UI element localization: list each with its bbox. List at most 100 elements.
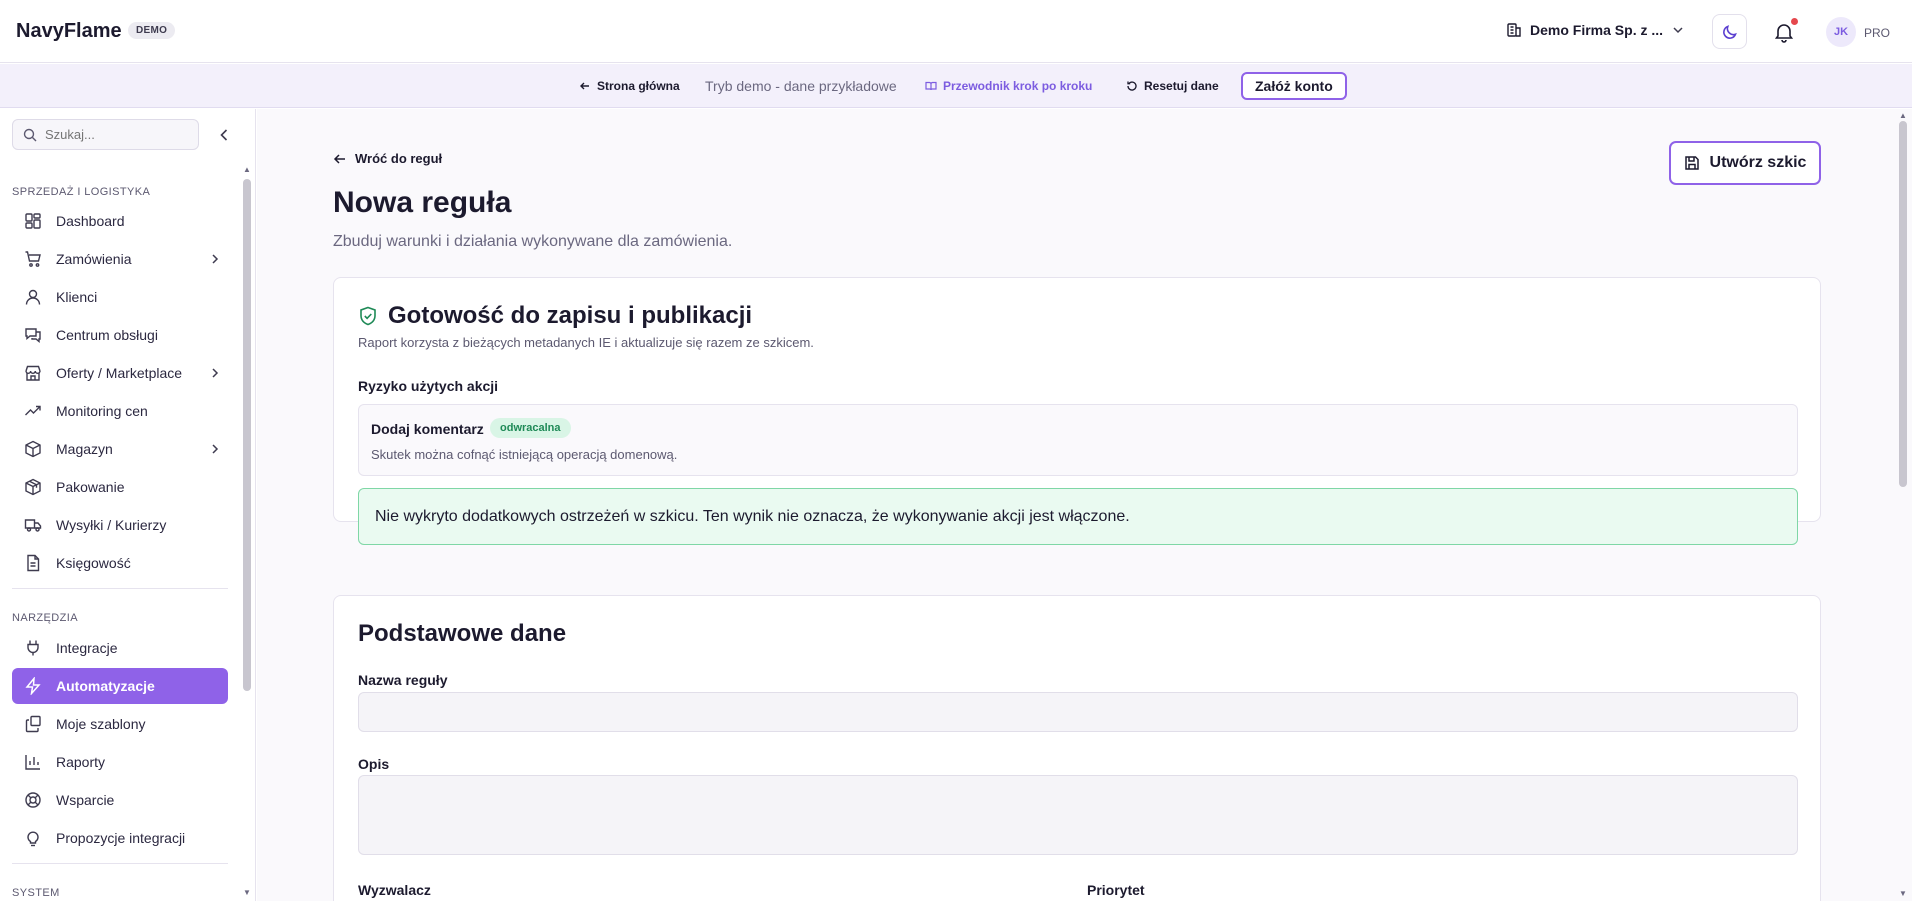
guide-link-label: Przewodnik krok po kroku: [943, 79, 1093, 93]
store-icon: [24, 364, 42, 382]
scroll-up-arrow[interactable]: ▲: [1899, 111, 1907, 120]
sidebar-item-service-center[interactable]: Centrum obsługi: [12, 317, 228, 353]
create-draft-button[interactable]: Utwórz szkic: [1669, 141, 1821, 185]
sidebar-item-offers[interactable]: Oferty / Marketplace: [12, 355, 228, 391]
collapse-sidebar-button[interactable]: [214, 125, 234, 145]
scroll-down-arrow[interactable]: ▼: [243, 888, 251, 897]
section-label-system: SYSTEM: [12, 887, 60, 899]
cart-icon: [24, 250, 42, 268]
sidebar-item-label: Moje szablony: [56, 716, 146, 732]
bolt-icon: [24, 677, 42, 695]
trigger-label: Wyzwalacz: [358, 882, 431, 898]
home-link-label: Strona główna: [597, 79, 680, 93]
status-badge: odwracalna: [490, 418, 571, 438]
theme-toggle-button[interactable]: [1712, 14, 1747, 49]
sidebar-item-label: Monitoring cen: [56, 403, 148, 419]
create-draft-label: Utwórz szkic: [1709, 154, 1807, 171]
description-label: Opis: [358, 756, 390, 772]
risk-action-name: Dodaj komentarz: [371, 421, 484, 437]
page-title: Nowa reguła: [333, 186, 512, 219]
top-header: NavyFlame DEMO Demo Firma Sp. z ... JK P…: [0, 0, 1912, 63]
bulb-icon: [24, 829, 42, 847]
no-warnings-text: Nie wykryto dodatkowych ostrzeżeń w szki…: [375, 508, 1130, 525]
sidebar-item-shipping[interactable]: Wysyłki / Kurierzy: [12, 507, 228, 543]
sidebar-item-integrations[interactable]: Integracje: [12, 630, 228, 666]
sidebar-scrollbar[interactable]: [243, 179, 251, 691]
demo-badge: DEMO: [128, 22, 176, 39]
chat-icon: [24, 326, 42, 344]
avatar[interactable]: JK: [1826, 17, 1856, 47]
home-link[interactable]: Strona główna: [579, 79, 680, 93]
sidebar-item-reports[interactable]: Raporty: [12, 744, 228, 780]
sidebar-item-dashboard[interactable]: Dashboard: [12, 203, 228, 239]
readiness-card: Gotowość do zapisu i publikacji Raport k…: [333, 277, 1821, 545]
chevron-down-icon: [1671, 23, 1685, 37]
notification-dot: [1791, 18, 1798, 25]
sidebar-item-label: Raporty: [56, 754, 106, 770]
trend-icon: [24, 402, 42, 420]
main-content: Wróć do reguł Utwórz szkic Nowa reguła Z…: [257, 109, 1912, 901]
rule-name-input[interactable]: [358, 692, 1798, 732]
chevron-right-icon: [208, 442, 222, 456]
sidebar-item-clients[interactable]: Klienci: [12, 279, 228, 315]
description-textarea[interactable]: [358, 775, 1798, 855]
company-switcher[interactable]: Demo Firma Sp. z ...: [1506, 22, 1685, 38]
user-icon: [24, 288, 42, 306]
priority-label: Priorytet: [1087, 882, 1145, 898]
sidebar-item-label: Oferty / Marketplace: [56, 365, 183, 381]
scroll-down-arrow[interactable]: ▼: [1899, 889, 1907, 898]
save-icon: [1684, 155, 1700, 171]
scroll-up-arrow[interactable]: ▲: [243, 165, 251, 174]
sidebar-item-packing[interactable]: Pakowanie: [12, 469, 228, 505]
demo-mode-text: Tryb demo - dane przykładowe: [705, 78, 897, 94]
chevron-right-icon: [208, 252, 222, 266]
search-icon: [23, 128, 37, 142]
risk-action-description: Skutek można cofnąć istniejącą operacją …: [371, 447, 678, 462]
readiness-subtitle: Raport korzysta z bieżących metadanych I…: [358, 335, 814, 350]
sidebar-item-orders[interactable]: Zamówienia: [12, 241, 228, 277]
sidebar-item-label: Magazyn: [56, 441, 113, 457]
moon-icon: [1721, 23, 1739, 41]
sidebar-item-label: Propozycje integracji: [56, 830, 186, 846]
chart-icon: [24, 753, 42, 771]
plug-icon: [24, 639, 42, 657]
sidebar-item-price-monitoring[interactable]: Monitoring cen: [12, 393, 228, 429]
sidebar-item-support[interactable]: Wsparcie: [12, 782, 228, 818]
sidebar-item-label: Klienci: [56, 289, 98, 305]
brand-logo[interactable]: NavyFlame: [16, 20, 122, 43]
sidebar-item-integration-proposals[interactable]: Propozycje integracji: [12, 820, 228, 856]
main-scrollbar[interactable]: [1899, 121, 1907, 487]
section-label-tools: NARZĘDZIA: [12, 612, 78, 624]
sidebar-item-label: Centrum obsługi: [56, 327, 158, 343]
risk-item: Dodaj komentarz odwracalna Skutek można …: [358, 404, 1798, 476]
create-account-button[interactable]: Załóż konto: [1241, 72, 1347, 100]
building-icon: [1506, 22, 1522, 38]
guide-link[interactable]: Przewodnik krok po kroku: [925, 79, 1092, 93]
back-link-label: Wróć do reguł: [355, 151, 443, 166]
risk-heading: Ryzyko użytych akcji: [358, 378, 499, 394]
sidebar-item-label: Dashboard: [56, 213, 125, 229]
sidebar: SPRZEDAŻ I LOGISTYKA Dashboard Zamówieni…: [0, 109, 256, 901]
basic-data-title: Podstawowe dane: [358, 620, 567, 647]
chevron-right-icon: [208, 366, 222, 380]
sidebar-item-label: Pakowanie: [56, 479, 125, 495]
sidebar-item-label: Zamówienia: [56, 251, 132, 267]
demo-bar: Strona główna Tryb demo - dane przykłado…: [0, 64, 1912, 108]
sidebar-item-accounting[interactable]: Księgowość: [12, 545, 228, 581]
reset-data-button[interactable]: Resetuj dane: [1126, 79, 1219, 93]
truck-icon: [24, 516, 42, 534]
sidebar-item-label: Wsparcie: [56, 792, 115, 808]
search-input[interactable]: [45, 127, 185, 142]
sidebar-item-warehouse[interactable]: Magazyn: [12, 431, 228, 467]
arrow-left-icon: [579, 80, 591, 92]
sidebar-divider: [12, 588, 228, 589]
company-name: Demo Firma Sp. z ...: [1530, 22, 1664, 38]
document-icon: [24, 554, 42, 572]
readiness-title: Gotowość do zapisu i publikacji: [358, 302, 752, 330]
sidebar-item-automations[interactable]: Automatyzacje: [12, 668, 228, 704]
sidebar-item-templates[interactable]: Moje szablony: [12, 706, 228, 742]
rule-name-label: Nazwa reguły: [358, 672, 448, 688]
back-link[interactable]: Wróć do reguł: [333, 151, 442, 166]
search-box[interactable]: [12, 119, 199, 150]
sidebar-item-label: Integracje: [56, 640, 118, 656]
